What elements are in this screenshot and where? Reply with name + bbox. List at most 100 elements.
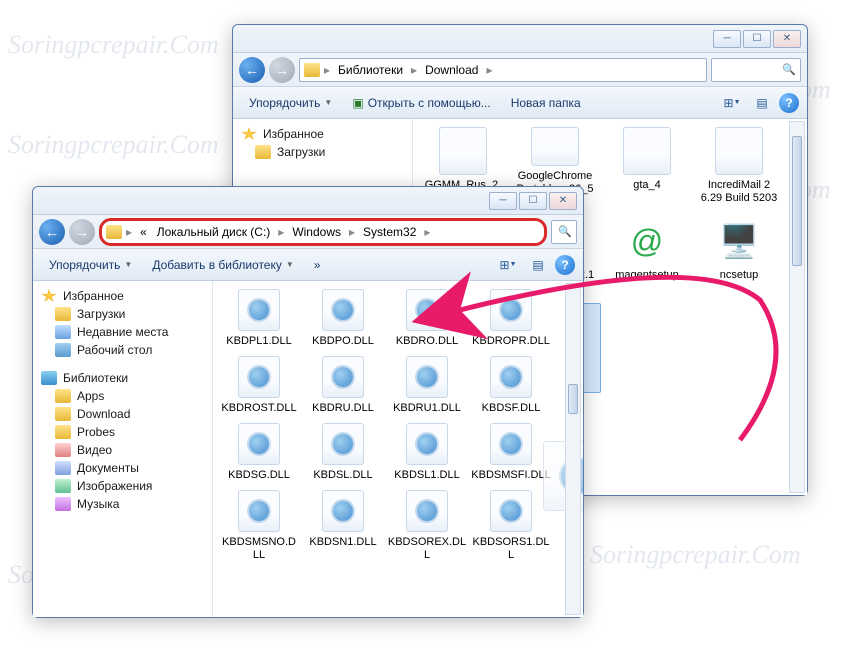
- file-item[interactable]: KBDRO.DLL: [385, 285, 469, 352]
- gear-icon: [417, 501, 437, 521]
- breadcrumb-item[interactable]: Download: [421, 63, 482, 77]
- file-label: KBDSG.DLL: [228, 469, 290, 482]
- file-item[interactable]: gta_4: [601, 123, 693, 213]
- search-icon: 🔍: [558, 225, 572, 238]
- sidebar-libraries[interactable]: Библиотеки: [37, 369, 208, 387]
- file-label: KBDROPR.DLL: [472, 335, 550, 348]
- view-menu[interactable]: ⊞▼: [495, 254, 521, 276]
- star-icon: [41, 289, 57, 303]
- share-menu[interactable]: »: [306, 254, 329, 276]
- file-item[interactable]: KBDSMSFI.DLL: [469, 419, 553, 486]
- sidebar-favorites[interactable]: Избранное: [37, 287, 208, 305]
- file-item[interactable]: KBDSL1.DLL: [385, 419, 469, 486]
- preview-pane-button[interactable]: ▤: [749, 92, 775, 114]
- file-item[interactable]: 🖥️ncsetup: [693, 213, 785, 303]
- close-button[interactable]: ✕: [773, 30, 801, 48]
- preview-pane-button[interactable]: ▤: [525, 254, 551, 276]
- toolbar: Упорядочить▼ Добавить в библиотеку▼ » ⊞▼…: [33, 249, 583, 281]
- recent-icon: [55, 325, 71, 339]
- desktop-icon: [55, 343, 71, 357]
- file-label: KBDSORS1.DLL: [471, 536, 551, 562]
- breadcrumb-sep: ▸: [322, 63, 332, 77]
- sidebar-recent[interactable]: Недавние места: [37, 323, 208, 341]
- file-label: KBDSL1.DLL: [394, 469, 459, 482]
- file-label: KBDSN1.DLL: [309, 536, 376, 549]
- search-input[interactable]: 🔍: [711, 58, 801, 82]
- help-button[interactable]: ?: [555, 255, 575, 275]
- maximize-button[interactable]: ☐: [519, 192, 547, 210]
- navbar: ← → ▸ Библиотеки ▸ Download ▸ 🔍: [233, 53, 807, 87]
- minimize-button[interactable]: ─: [489, 192, 517, 210]
- sidebar-documents[interactable]: Документы: [37, 459, 208, 477]
- forward-button[interactable]: →: [269, 57, 295, 83]
- new-folder-button[interactable]: Новая папка: [503, 92, 589, 114]
- sidebar-downloads[interactable]: Загрузки: [37, 305, 208, 323]
- sidebar-music[interactable]: Музыка: [37, 495, 208, 513]
- file-item[interactable]: @magentsetup: [601, 213, 693, 303]
- content-area: Избранное Загрузки Недавние места Рабочи…: [33, 281, 583, 617]
- breadcrumb-item[interactable]: Локальный диск (C:): [153, 225, 275, 239]
- sidebar-downloads[interactable]: Загрузки: [237, 143, 408, 161]
- file-item[interactable]: KBDSF.DLL: [469, 352, 553, 419]
- folder-icon: [304, 63, 320, 77]
- titlebar[interactable]: ─ ☐ ✕: [233, 25, 807, 53]
- file-item[interactable]: KBDSG.DLL: [217, 419, 301, 486]
- file-item[interactable]: KBDRU.DLL: [301, 352, 385, 419]
- sidebar-apps[interactable]: Apps: [37, 387, 208, 405]
- sidebar-probes[interactable]: Probes: [37, 423, 208, 441]
- explorer-window-system32: ─ ☐ ✕ ← → ▸ « Локальный диск (C:) ▸ Wind…: [32, 186, 584, 618]
- file-item[interactable]: KBDSN1.DLL: [301, 486, 385, 566]
- gear-icon: [249, 501, 269, 521]
- file-item[interactable]: KBDSOREX.DLL: [385, 486, 469, 566]
- maximize-button[interactable]: ☐: [743, 30, 771, 48]
- breadcrumb-item[interactable]: System32: [359, 225, 420, 239]
- scrollbar-vertical[interactable]: [565, 283, 581, 615]
- gear-icon: [501, 434, 521, 454]
- file-label: KBDSMSNO.DLL: [219, 536, 299, 562]
- sidebar-images[interactable]: Изображения: [37, 477, 208, 495]
- file-pane[interactable]: KBDPL1.DLLKBDPO.DLLKBDRO.DLLKBDROPR.DLLK…: [213, 281, 583, 617]
- file-item[interactable]: KBDROPR.DLL: [469, 285, 553, 352]
- gear-icon: [417, 367, 437, 387]
- file-item[interactable]: KBDPL1.DLL: [217, 285, 301, 352]
- sidebar-download[interactable]: Download: [37, 405, 208, 423]
- breadcrumb-sep: ▸: [422, 225, 432, 239]
- search-input[interactable]: 🔍: [551, 220, 577, 244]
- file-item[interactable]: KBDSORS1.DLL: [469, 486, 553, 566]
- gear-icon: [417, 300, 437, 320]
- file-item[interactable]: KBDSMSNO.DLL: [217, 486, 301, 566]
- file-item[interactable]: KBDRU1.DLL: [385, 352, 469, 419]
- breadcrumb-item[interactable]: Библиотеки: [334, 63, 407, 77]
- add-to-library-menu[interactable]: Добавить в библиотеку▼: [144, 254, 301, 276]
- breadcrumb-highlighted[interactable]: ▸ « Локальный диск (C:) ▸ Windows ▸ Syst…: [99, 218, 547, 246]
- organize-menu[interactable]: Упорядочить▼: [41, 254, 140, 276]
- breadcrumb[interactable]: ▸ Библиотеки ▸ Download ▸: [299, 58, 707, 82]
- watermark: Soringpcrepair.Com: [590, 540, 801, 570]
- sidebar-desktop[interactable]: Рабочий стол: [37, 341, 208, 359]
- file-label: KBDROST.DLL: [221, 402, 296, 415]
- breadcrumb-item[interactable]: Windows: [288, 225, 345, 239]
- scrollbar-vertical[interactable]: [789, 121, 805, 493]
- image-icon: [55, 479, 71, 493]
- breadcrumb-prefix: «: [136, 225, 151, 239]
- file-item[interactable]: KBDROST.DLL: [217, 352, 301, 419]
- file-label: KBDSF.DLL: [482, 402, 541, 415]
- sidebar-favorites[interactable]: Избранное: [237, 125, 408, 143]
- file-item[interactable]: KBDSL.DLL: [301, 419, 385, 486]
- file-item[interactable]: KBDPO.DLL: [301, 285, 385, 352]
- organize-menu[interactable]: Упорядочить▼: [241, 92, 340, 114]
- gear-icon: [249, 300, 269, 320]
- open-with-button[interactable]: ▣Открыть с помощью...: [344, 92, 498, 114]
- view-menu[interactable]: ⊞▼: [719, 92, 745, 114]
- gear-icon: [333, 300, 353, 320]
- forward-button[interactable]: →: [69, 219, 95, 245]
- file-item[interactable]: IncrediMail 2 6.29 Build 5203: [693, 123, 785, 213]
- sidebar-video[interactable]: Видео: [37, 441, 208, 459]
- close-button[interactable]: ✕: [549, 192, 577, 210]
- help-button[interactable]: ?: [779, 93, 799, 113]
- titlebar[interactable]: ─ ☐ ✕: [33, 187, 583, 215]
- minimize-button[interactable]: ─: [713, 30, 741, 48]
- file-label: KBDPO.DLL: [312, 335, 374, 348]
- back-button[interactable]: ←: [39, 219, 65, 245]
- back-button[interactable]: ←: [239, 57, 265, 83]
